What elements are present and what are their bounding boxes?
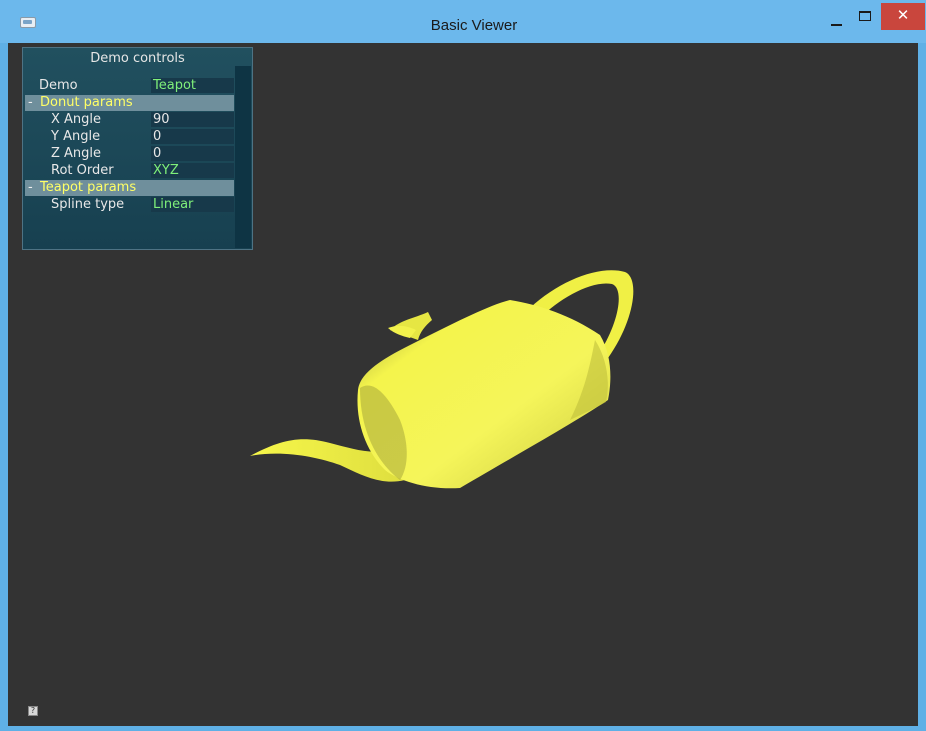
row-x-angle[interactable]: X Angle 90 bbox=[25, 112, 234, 128]
teapot-lid bbox=[388, 312, 432, 340]
demo-value[interactable]: Teapot bbox=[151, 78, 234, 93]
group-teapot-params[interactable]: - Teapot params bbox=[25, 180, 234, 196]
minimize-button[interactable] bbox=[822, 2, 850, 29]
y-angle-label: Y Angle bbox=[51, 129, 101, 144]
collapse-toggle[interactable]: - bbox=[28, 180, 33, 196]
minimize-icon bbox=[831, 24, 842, 26]
row-demo[interactable]: Demo Teapot bbox=[25, 78, 234, 94]
group-label: Teapot params bbox=[40, 180, 137, 195]
group-label: Donut params bbox=[40, 95, 133, 110]
app-window: Basic Viewer ✕ Demo controls Demo Teapot… bbox=[0, 0, 926, 731]
rot-order-value[interactable]: XYZ bbox=[151, 163, 234, 178]
close-icon: ✕ bbox=[896, 6, 910, 24]
window-title: Basic Viewer bbox=[430, 17, 518, 34]
maximize-button[interactable] bbox=[851, 2, 879, 29]
z-angle-label: Z Angle bbox=[51, 146, 102, 161]
teapot-model[interactable] bbox=[240, 260, 650, 500]
spline-type-label: Spline type bbox=[51, 197, 125, 212]
spline-type-value[interactable]: Linear bbox=[151, 197, 234, 212]
z-angle-value[interactable]: 0 bbox=[151, 146, 234, 161]
x-angle-label: X Angle bbox=[51, 112, 102, 127]
row-z-angle[interactable]: Z Angle 0 bbox=[25, 146, 234, 162]
row-y-angle[interactable]: Y Angle 0 bbox=[25, 129, 234, 145]
group-donut-params[interactable]: - Donut params bbox=[25, 95, 234, 111]
demo-label: Demo bbox=[39, 78, 78, 93]
help-icon[interactable]: ? bbox=[28, 706, 38, 716]
title-bar[interactable]: Basic Viewer ✕ bbox=[0, 0, 926, 43]
demo-controls-panel: Demo controls Demo Teapot - Donut params… bbox=[22, 47, 253, 250]
row-rot-order[interactable]: Rot Order XYZ bbox=[25, 163, 234, 179]
rot-order-label: Rot Order bbox=[51, 163, 114, 178]
row-spline-type[interactable]: Spline type Linear bbox=[25, 197, 234, 213]
close-button[interactable]: ✕ bbox=[881, 3, 925, 30]
maximize-icon bbox=[859, 11, 871, 21]
panel-scrollbar[interactable] bbox=[235, 66, 251, 248]
panel-title: Demo controls bbox=[90, 51, 185, 66]
x-angle-value[interactable]: 90 bbox=[151, 112, 234, 127]
collapse-toggle[interactable]: - bbox=[28, 95, 33, 111]
y-angle-value[interactable]: 0 bbox=[151, 129, 234, 144]
